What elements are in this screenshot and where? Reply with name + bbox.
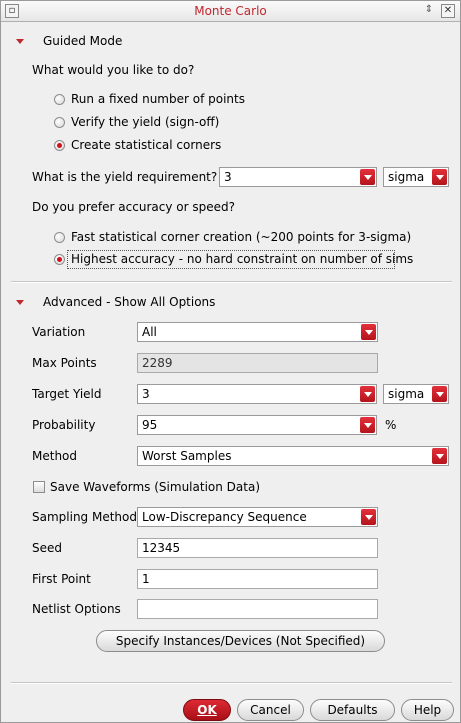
advanced-header[interactable]: Advanced - Show All Options bbox=[43, 295, 215, 309]
save-waveforms-checkbox[interactable] bbox=[33, 481, 45, 493]
sampling-method-value: Low-Discrepancy Sequence bbox=[142, 510, 307, 524]
target-yield-combo[interactable]: 3 bbox=[137, 384, 377, 404]
radio-statistical-corners[interactable] bbox=[54, 140, 65, 151]
collapse-caret-icon[interactable] bbox=[16, 300, 24, 305]
sampling-method-select[interactable]: Low-Discrepancy Sequence bbox=[137, 507, 378, 527]
radio-statistical-corners-label[interactable]: Create statistical corners bbox=[71, 138, 221, 152]
ok-button-label: OK bbox=[197, 703, 217, 717]
max-points-field: 2289 bbox=[137, 353, 378, 373]
max-points-label: Max Points bbox=[32, 356, 97, 370]
specify-instances-button[interactable]: Specify Instances/Devices (Not Specified… bbox=[96, 630, 385, 652]
cancel-button[interactable]: Cancel bbox=[237, 699, 304, 721]
target-yield-unit-select[interactable]: sigma bbox=[383, 384, 449, 404]
close-icon[interactable]: ✕ bbox=[441, 4, 455, 18]
netlist-options-label: Netlist Options bbox=[32, 602, 121, 616]
section-divider bbox=[11, 281, 452, 283]
radio-verify-yield-label[interactable]: Verify the yield (sign-off) bbox=[71, 115, 219, 129]
radio-fixed-points[interactable] bbox=[54, 94, 65, 105]
title-bar[interactable]: ▫ Monte Carlo ⇕ ✕ bbox=[1, 1, 460, 22]
cancel-button-label: Cancel bbox=[250, 703, 291, 717]
first-point-input[interactable]: 1 bbox=[137, 569, 378, 589]
first-point-label: First Point bbox=[32, 572, 91, 586]
defaults-button-label: Defaults bbox=[327, 703, 378, 717]
chevron-down-icon[interactable] bbox=[432, 386, 447, 402]
window-title: Monte Carlo bbox=[194, 4, 267, 18]
chevron-down-icon[interactable] bbox=[361, 324, 376, 340]
yield-requirement-combo[interactable]: 3 bbox=[219, 167, 377, 187]
target-yield-label: Target Yield bbox=[32, 387, 102, 401]
method-value: Worst Samples bbox=[142, 449, 232, 463]
variation-select[interactable]: All bbox=[137, 322, 378, 342]
method-label: Method bbox=[32, 449, 78, 463]
accuracy-question: Do you prefer accuracy or speed? bbox=[32, 200, 235, 214]
radio-highest-accuracy[interactable] bbox=[54, 254, 65, 265]
seed-input[interactable]: 12345 bbox=[137, 538, 378, 558]
chevron-down-icon[interactable] bbox=[361, 509, 376, 525]
help-button[interactable]: Help bbox=[401, 699, 454, 721]
target-yield-unit-value: sigma bbox=[388, 387, 425, 401]
defaults-button[interactable]: Defaults bbox=[310, 699, 395, 721]
ok-button[interactable]: OK bbox=[183, 699, 231, 721]
chevron-down-icon[interactable] bbox=[432, 169, 447, 185]
monte-carlo-dialog: ▫ Monte Carlo ⇕ ✕ Guided Mode What would… bbox=[0, 0, 461, 723]
radio-fixed-points-label[interactable]: Run a fixed number of points bbox=[71, 92, 245, 106]
help-button-label: Help bbox=[413, 703, 442, 717]
seed-label: Seed bbox=[32, 541, 62, 555]
probability-unit: % bbox=[385, 418, 397, 432]
yield-requirement-value: 3 bbox=[224, 170, 232, 184]
chevron-down-icon[interactable] bbox=[360, 169, 375, 185]
yield-unit-select[interactable]: sigma bbox=[383, 167, 449, 187]
radio-fast-corners[interactable] bbox=[54, 232, 65, 243]
yield-requirement-label: What is the yield requirement? bbox=[32, 170, 218, 184]
probability-combo[interactable]: 95 bbox=[137, 415, 377, 435]
sampling-method-label: Sampling Method bbox=[32, 510, 137, 524]
chevron-down-icon[interactable] bbox=[360, 417, 375, 433]
probability-label: Probability bbox=[32, 418, 96, 432]
save-waveforms-label[interactable]: Save Waveforms (Simulation Data) bbox=[50, 480, 260, 494]
variation-value: All bbox=[142, 325, 157, 339]
target-yield-value: 3 bbox=[142, 387, 150, 401]
radio-fast-corners-label[interactable]: Fast statistical corner creation (~200 p… bbox=[71, 230, 411, 244]
collapse-caret-icon[interactable] bbox=[16, 39, 24, 44]
yield-unit-value: sigma bbox=[388, 170, 425, 184]
chevron-down-icon[interactable] bbox=[432, 448, 447, 464]
radio-highest-accuracy-label[interactable]: Highest accuracy - no hard constraint on… bbox=[71, 252, 413, 266]
variation-label: Variation bbox=[32, 325, 86, 339]
guided-question: What would you like to do? bbox=[32, 63, 195, 77]
probability-value: 95 bbox=[142, 418, 158, 432]
radio-verify-yield[interactable] bbox=[54, 117, 65, 128]
resize-icon[interactable]: ⇕ bbox=[422, 4, 436, 18]
chevron-down-icon[interactable] bbox=[360, 386, 375, 402]
footer-divider bbox=[11, 682, 452, 684]
netlist-options-input[interactable] bbox=[137, 599, 378, 619]
guided-mode-header[interactable]: Guided Mode bbox=[43, 34, 122, 48]
method-select[interactable]: Worst Samples bbox=[137, 446, 449, 466]
